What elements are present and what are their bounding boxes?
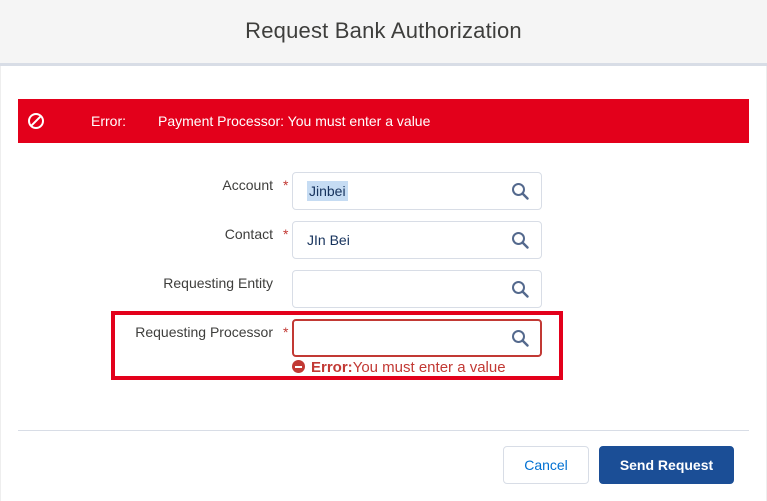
- footer-divider: [18, 430, 749, 431]
- error-banner: Error: Payment Processor: You must enter…: [18, 99, 749, 143]
- cancel-button[interactable]: Cancel: [503, 446, 589, 484]
- search-icon[interactable]: [511, 182, 529, 200]
- ban-icon: [27, 112, 45, 130]
- requesting-entity-label: Requesting Entity: [163, 275, 273, 291]
- search-icon[interactable]: [511, 280, 529, 298]
- contact-required-marker: *: [283, 226, 289, 242]
- account-lookup-field[interactable]: Jinbei: [292, 172, 542, 210]
- contact-label: Contact: [224, 226, 273, 242]
- error-banner-message: Payment Processor: You must enter a valu…: [158, 113, 431, 129]
- contact-value: JIn Bei: [307, 232, 350, 248]
- error-highlight-box: [111, 311, 563, 380]
- account-required-marker: *: [283, 177, 289, 193]
- send-request-button[interactable]: Send Request: [599, 446, 734, 484]
- request-bank-authorization-modal: Request Bank Authorization Error: Paymen…: [0, 0, 767, 501]
- modal-title: Request Bank Authorization: [245, 18, 522, 43]
- error-banner-prefix: Error:: [91, 113, 126, 129]
- contact-lookup-field[interactable]: JIn Bei: [292, 221, 542, 259]
- account-label: Account: [222, 177, 273, 193]
- search-icon[interactable]: [511, 231, 529, 249]
- modal-header: Request Bank Authorization: [0, 0, 767, 66]
- account-value: Jinbei: [307, 181, 348, 201]
- requesting-entity-lookup-field[interactable]: [292, 270, 542, 308]
